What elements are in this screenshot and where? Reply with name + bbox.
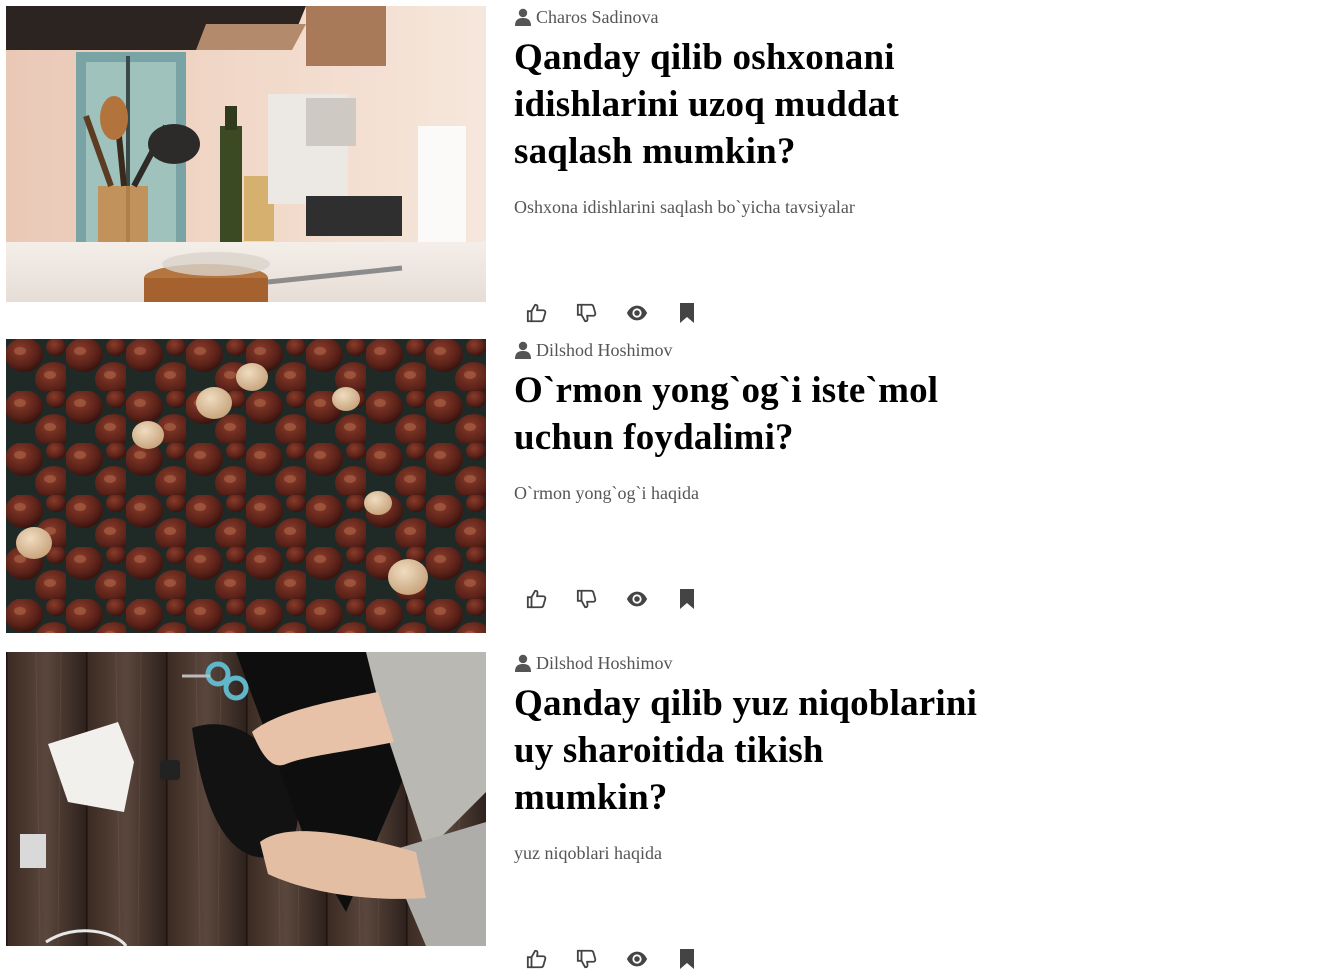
- author-name: Dilshod Hoshimov: [536, 652, 673, 673]
- dislike-button[interactable]: [574, 946, 600, 972]
- thumbs-up-icon: [526, 949, 547, 969]
- article-description: yuz niqoblari haqida: [514, 843, 662, 863]
- bookmark-button[interactable]: [674, 300, 700, 326]
- article-title[interactable]: Qanday qilib yuz niqoblarini uy sharoiti…: [514, 680, 984, 821]
- views-button[interactable]: [624, 946, 650, 972]
- article-content: Charos Sadinova Qanday qilib oshxonani i…: [514, 6, 984, 218]
- hazelnuts-photo: [6, 339, 486, 633]
- article-title[interactable]: Qanday qilib oshxonani idishlarini uzoq …: [514, 34, 984, 175]
- article-content: Dilshod Hoshimov O`rmon yong`og`i iste`m…: [514, 339, 984, 504]
- article-title[interactable]: O`rmon yong`og`i iste`mol uchun foydalim…: [514, 367, 984, 461]
- bookmark-button[interactable]: [674, 946, 700, 972]
- bookmark-icon: [680, 949, 694, 969]
- article-feed: Charos Sadinova Qanday qilib oshxonani i…: [0, 0, 1336, 977]
- thumbs-down-icon: [576, 303, 597, 323]
- bookmark-icon: [680, 303, 694, 323]
- like-button[interactable]: [524, 946, 550, 972]
- article-author[interactable]: Dilshod Hoshimov: [514, 652, 984, 674]
- author-name: Dilshod Hoshimov: [536, 339, 673, 360]
- article-description: Oshxona idishlarini saqlash bo`yicha tav…: [514, 197, 855, 217]
- bookmark-button[interactable]: [674, 586, 700, 612]
- dislike-button[interactable]: [574, 586, 600, 612]
- article-actions: [514, 946, 714, 972]
- like-button[interactable]: [524, 586, 550, 612]
- eye-icon: [626, 591, 648, 607]
- thumbs-up-icon: [526, 303, 547, 323]
- user-icon: [515, 654, 531, 672]
- article-content: Dilshod Hoshimov Qanday qilib yuz niqobl…: [514, 652, 984, 864]
- article-actions: [514, 300, 714, 326]
- views-button[interactable]: [624, 586, 650, 612]
- views-button[interactable]: [624, 300, 650, 326]
- bookmark-icon: [680, 589, 694, 609]
- eye-icon: [626, 951, 648, 967]
- user-icon: [515, 341, 531, 359]
- user-icon: [515, 8, 531, 26]
- article-author[interactable]: Charos Sadinova: [514, 6, 984, 28]
- eye-icon: [626, 305, 648, 321]
- article-actions: [514, 586, 714, 612]
- author-name: Charos Sadinova: [536, 6, 659, 27]
- sewing-masks-photo: [6, 652, 486, 946]
- kitchen-photo: [6, 6, 486, 302]
- thumbs-up-icon: [526, 589, 547, 609]
- article-image-kitchen[interactable]: [6, 6, 486, 302]
- dislike-button[interactable]: [574, 300, 600, 326]
- thumbs-down-icon: [576, 589, 597, 609]
- thumbs-down-icon: [576, 949, 597, 969]
- article-description: O`rmon yong`og`i haqida: [514, 483, 699, 503]
- like-button[interactable]: [524, 300, 550, 326]
- article-image-hazelnuts[interactable]: [6, 339, 486, 633]
- article-image-masks[interactable]: [6, 652, 486, 946]
- article-author[interactable]: Dilshod Hoshimov: [514, 339, 984, 361]
